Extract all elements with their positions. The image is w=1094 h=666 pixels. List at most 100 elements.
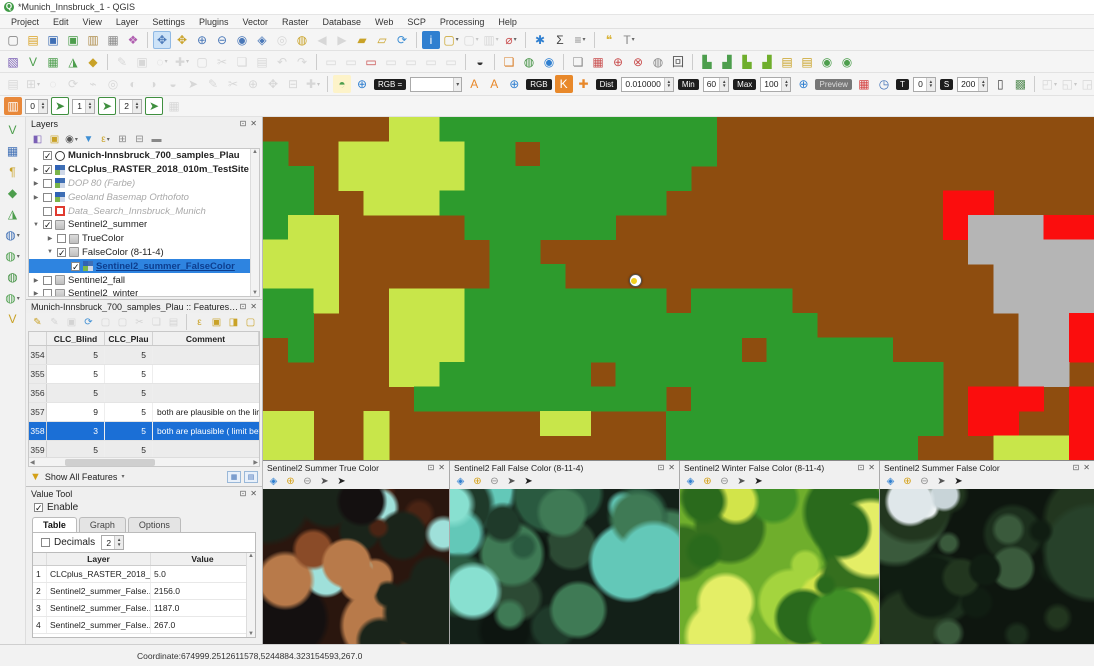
menu-web[interactable]: Web xyxy=(368,17,400,27)
statistical-summary-icon[interactable]: Σ xyxy=(551,31,569,49)
add-postgis-layer-icon[interactable]: ◍ ▾ xyxy=(4,226,22,244)
add-wms-layer-icon[interactable]: ◍ ▾ xyxy=(4,247,22,265)
measure-icon[interactable]: ⌀ ▾ xyxy=(502,31,520,49)
map-tips-icon[interactable]: ❝ xyxy=(600,31,618,49)
expander-icon[interactable]: ▶ xyxy=(32,290,40,296)
layer-tree-item[interactable]: ✓ Sentinel2_summer_FalseColor xyxy=(29,259,259,274)
processing-toolbox-icon[interactable]: ✱ xyxy=(531,31,549,49)
layer-lock-1-icon[interactable]: ◉ xyxy=(818,53,836,71)
scp-run0-button[interactable]: ➤ xyxy=(51,97,69,115)
track-cursor-icon[interactable]: ➤ xyxy=(521,474,536,489)
menu-edit[interactable]: Edit xyxy=(46,17,76,27)
layer-tree-item[interactable]: ▶ TrueColor xyxy=(29,232,259,246)
layer-checkbox[interactable] xyxy=(43,289,52,296)
map-view-canvas[interactable] xyxy=(263,489,449,644)
scp-max-spinbox[interactable]: 100 ▲ ▼ xyxy=(760,76,792,92)
zoom-full-icon[interactable]: ◈ xyxy=(253,31,271,49)
zoom-native-icon[interactable]: ◉ xyxy=(233,31,251,49)
zoom-in-icon[interactable]: ⊕ xyxy=(283,474,298,489)
open-project-icon[interactable]: ▤ xyxy=(24,31,42,49)
add-wfs-layer-icon[interactable]: ◍ ▾ xyxy=(4,289,22,307)
chevron-down-icon[interactable]: ▾ xyxy=(121,473,124,480)
layer-tree-item[interactable]: ▶ Sentinel2_fall xyxy=(29,273,259,287)
remove-layer-icon[interactable]: ▬ xyxy=(149,132,164,147)
table-row[interactable]: 354 5 5 xyxy=(29,346,259,365)
layer-checkbox[interactable]: ✓ xyxy=(43,165,52,175)
table-view-toggle[interactable]: ▦ xyxy=(227,470,241,483)
map-canvas[interactable] xyxy=(263,117,1094,461)
scp-run1-button[interactable]: ➤ xyxy=(98,97,116,115)
filter-legend-icon[interactable]: ▼ xyxy=(81,132,96,147)
table-row[interactable]: 359 5 5 xyxy=(29,441,259,457)
add-wcs-layer-icon[interactable]: ◍ xyxy=(4,268,22,286)
copy-style-icon[interactable]: ❏ xyxy=(500,53,518,71)
close-panel-icon[interactable]: ✕ xyxy=(868,463,875,472)
new-bookmark-icon[interactable]: ▰ xyxy=(353,31,371,49)
close-panel-icon[interactable]: ✕ xyxy=(668,463,675,472)
menu-raster[interactable]: Raster xyxy=(275,17,316,27)
float-panel-icon[interactable]: ⊡ xyxy=(858,463,865,472)
attributes-overflow-icon[interactable]: ≡ ▾ xyxy=(571,31,589,49)
layer-tree-item[interactable]: ▼ ✓ FalseColor (8-11-4) xyxy=(29,246,259,260)
table-row[interactable]: 35835both are plausible ( limit between … xyxy=(29,422,259,441)
layer-checkbox[interactable] xyxy=(43,275,52,285)
scp-band2-spinbox[interactable]: 2 ▲ ▼ xyxy=(119,98,142,114)
scp-stretch-a1-icon[interactable]: A xyxy=(465,75,483,93)
data-plot-icon[interactable]: ▙ xyxy=(738,53,756,71)
layers-scrollbar[interactable]: ▲ ▼ xyxy=(250,149,259,296)
track-cursor-icon[interactable]: ➤ xyxy=(334,474,349,489)
expand-all-icon[interactable]: ⊞ xyxy=(115,132,130,147)
layout-manager-icon[interactable]: ▦ xyxy=(104,31,122,49)
table-row[interactable]: 35795both are plausible on the limite xyxy=(29,403,259,422)
column-header-layer[interactable]: Layer xyxy=(47,553,151,565)
track-cursor-icon[interactable]: ➤ xyxy=(951,474,966,489)
add-delimited-text-icon[interactable]: ◆ xyxy=(84,53,102,71)
scp-time-icon[interactable]: ◷ xyxy=(875,75,893,93)
layer-tree-item[interactable]: Data_Search_Innsbruck_Munich xyxy=(29,204,259,218)
zoom-full-icon[interactable]: ◈ xyxy=(883,474,898,489)
style-manager-icon[interactable]: ❖ xyxy=(124,31,142,49)
text-annotation-icon[interactable]: T ▾ xyxy=(620,31,638,49)
layer-checkbox[interactable]: ✓ xyxy=(43,220,52,230)
value-table-scrollbar[interactable]: ▲ ▼ xyxy=(246,553,255,637)
folder-export-2-icon[interactable]: ▤ xyxy=(798,53,816,71)
float-panel-icon[interactable]: ⊡ xyxy=(240,302,247,311)
add-mesh-layer-icon[interactable]: ◮ xyxy=(64,53,82,71)
zoom-in-icon[interactable]: ⊕ xyxy=(193,31,211,49)
expander-icon[interactable]: ▶ xyxy=(46,235,54,242)
pan-map-icon[interactable]: ✥ xyxy=(153,30,171,49)
set-view-extent-icon[interactable]: ➤ xyxy=(317,474,332,489)
close-panel-icon[interactable]: ✕ xyxy=(250,302,257,311)
zoom-full-icon[interactable]: ◈ xyxy=(453,474,468,489)
expander-icon[interactable]: ▶ xyxy=(32,194,40,201)
track-cursor-icon[interactable]: ➤ xyxy=(751,474,766,489)
scp-bandset-icon[interactable]: ▥ xyxy=(4,97,22,115)
decimals-spinbox[interactable]: 2 ▲ ▼ xyxy=(101,535,125,550)
close-panel-icon[interactable]: ✕ xyxy=(438,463,445,472)
zoom-to-layer-icon[interactable]: ◍ xyxy=(293,31,311,49)
pin-labels-icon[interactable]: ▭ xyxy=(362,53,380,71)
menu-processing[interactable]: Processing xyxy=(433,17,492,27)
toggle-editing-icon[interactable]: ✎ xyxy=(30,315,45,330)
scp-distance-spinbox[interactable]: 0.010000 ▲ ▼ xyxy=(621,76,674,92)
scp-band1-spinbox[interactable]: 1 ▲ ▼ xyxy=(72,98,95,114)
refresh-map-icon[interactable]: ⟳ xyxy=(393,31,411,49)
menu-settings[interactable]: Settings xyxy=(145,17,192,27)
close-panel-icon[interactable]: ✕ xyxy=(250,489,257,498)
save-project-icon[interactable]: ▣ xyxy=(44,31,62,49)
layer-tree-item[interactable]: ▶ Sentinel2_winter xyxy=(29,287,259,296)
filter-selection-icon[interactable]: ▼ xyxy=(260,315,262,330)
zoom-in-icon[interactable]: ⊕ xyxy=(470,474,485,489)
zoom-raster-icon[interactable]: ⊕ xyxy=(609,53,627,71)
collapse-all-icon[interactable]: ⊟ xyxy=(132,132,147,147)
zoom-out-icon[interactable]: ⊖ xyxy=(717,474,732,489)
zoom-full-icon[interactable]: ◈ xyxy=(266,474,281,489)
scp-band0-spinbox[interactable]: 0 ▲ ▼ xyxy=(25,98,48,114)
table-row[interactable]: 356 5 5 xyxy=(29,384,259,403)
filter-funnel-icon[interactable]: ▼ xyxy=(30,471,41,483)
float-panel-icon[interactable]: ⊡ xyxy=(428,463,435,472)
duplicate-layer-icon[interactable]: ❏ xyxy=(569,53,587,71)
scp-min-spinbox[interactable]: 60 ▲ ▼ xyxy=(702,76,730,92)
menu-project[interactable]: Project xyxy=(4,17,46,27)
tab-options[interactable]: Options xyxy=(127,517,181,532)
